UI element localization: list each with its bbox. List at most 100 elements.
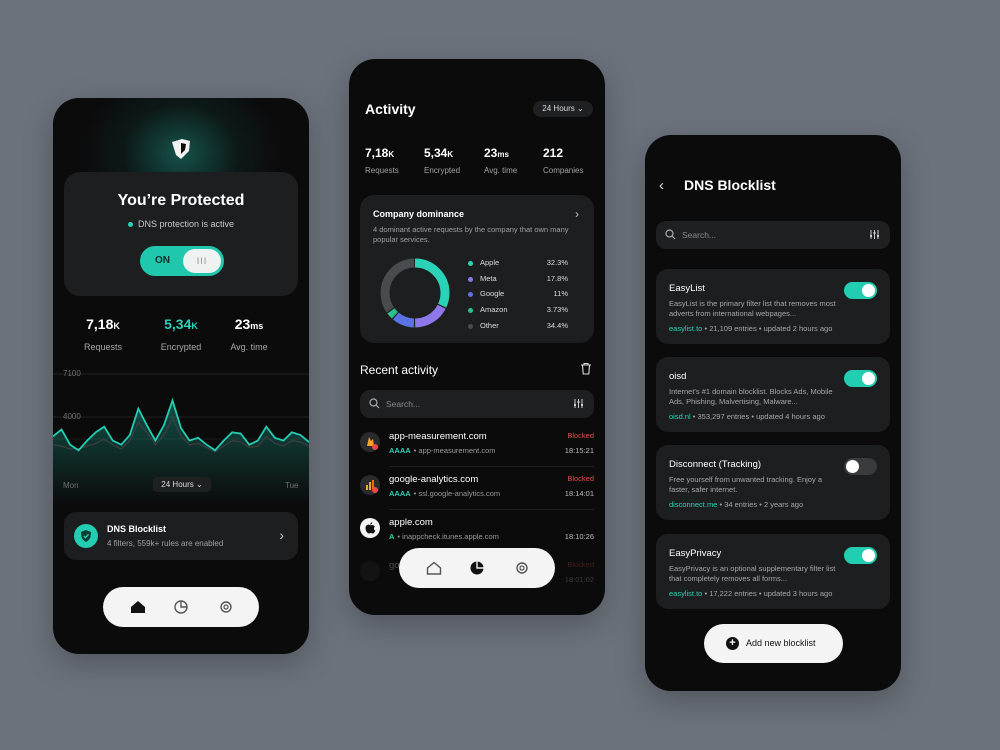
legend-name: Amazon [480, 305, 508, 315]
home-screen: You’re Protected DNS protection is activ… [53, 98, 309, 654]
legend-name: Apple [480, 258, 500, 267]
y-tick-label: 7100 [63, 369, 81, 378]
chevron-right-icon: › [575, 207, 579, 221]
blocklist-search[interactable]: Search... [656, 221, 890, 249]
legend-item: Amazon 3.73% [468, 304, 568, 320]
search-input[interactable]: Search... [682, 230, 716, 240]
range-select[interactable]: 24 Hours ⌄ [533, 101, 593, 117]
protection-status: DNS protection is active [64, 219, 298, 229]
blocklist-meta: easylist.to • 17,222 entries • updated 3… [669, 589, 833, 598]
blocklist-meta: easylist.to • 21,109 entries • updated 2… [669, 324, 833, 333]
stat-label: Encrypted [424, 166, 461, 175]
blocklist-item[interactable]: oisd Internet's #1 domain blocklist. Blo… [656, 357, 890, 432]
analytics-icon [360, 561, 380, 581]
app-logo-icon [172, 139, 190, 159]
home-icon[interactable] [128, 597, 148, 617]
blocklist-toggle[interactable] [844, 458, 877, 475]
legend-item: Google 11% [468, 288, 568, 304]
stat-value: 7,18K [86, 316, 120, 332]
chevron-right-icon: › [279, 527, 284, 543]
activity-screen: Activity 24 Hours ⌄ 7,18K Requests 5,34K… [349, 59, 605, 615]
blocklist-item[interactable]: Disconnect (Tracking) Free yourself from… [656, 445, 890, 520]
legend-dot [468, 276, 473, 282]
activity-search[interactable]: Search... [360, 390, 594, 418]
firebase-icon [360, 432, 380, 452]
blocklist-toggle[interactable] [844, 370, 877, 387]
dominance-title: Company dominance [373, 209, 465, 219]
activity-domain: apple.com [389, 517, 433, 528]
stat-avg-time: 23ms Avg. time [209, 316, 289, 352]
activity-row[interactable]: app-measurement.com AAAA • app-measuremen… [360, 430, 594, 466]
blocklist-description: Free yourself from unwanted tracking. En… [669, 475, 822, 494]
activity-subdomain: A • inappcheck.itunes.apple.com [389, 532, 499, 541]
protection-status-text: DNS protection is active [137, 219, 235, 229]
dominance-legend: Apple 32.3% Meta 17.8% Google 11% Amazon 3.73% O… [468, 257, 568, 335]
legend-dot [468, 308, 473, 314]
blocklist-toggle[interactable] [844, 282, 877, 299]
page-title: DNS Blocklist [684, 177, 776, 193]
stat-avg-time: 23ms Avg. time [484, 146, 517, 175]
stat-value: 23ms [234, 316, 264, 332]
blocklist-meta: disconnect.me • 34 entries • 2 years ago [669, 500, 804, 509]
trash-icon[interactable] [580, 362, 592, 375]
activity-time: 18:15:21 [564, 446, 594, 455]
blocklist-description: EasyList is the primary filter list that… [669, 299, 836, 318]
dns-blocklist-card[interactable]: DNS Blocklist 4 filters, 559k+ rules are… [64, 512, 298, 560]
blocklist-meta: oisd.nl • 353,297 entries • updated 4 ho… [669, 412, 825, 421]
bottom-nav [103, 587, 259, 627]
filter-icon[interactable] [573, 398, 584, 409]
blocklist-card-title: DNS Blocklist [107, 524, 167, 534]
company-dominance-card[interactable]: Company dominance › 4 dominant active re… [360, 195, 594, 343]
legend-percent: 3.73% [546, 305, 568, 315]
range-select[interactable]: 24 Hours ⌄ [153, 477, 211, 492]
row-divider [389, 466, 594, 467]
toggle-knob[interactable]: III [183, 249, 221, 273]
stat-value: 5,34K [424, 146, 454, 160]
gear-icon[interactable] [216, 597, 236, 617]
activity-time: 18:01:02 [564, 575, 594, 584]
chart-icon[interactable] [171, 597, 191, 617]
row-divider [389, 509, 594, 510]
dominance-description: 4 dominant active requests by the compan… [373, 225, 569, 244]
stat-value: 7,18K [365, 146, 395, 160]
home-icon[interactable] [424, 558, 444, 578]
x-axis-start: Mon [63, 481, 79, 490]
back-arrow-icon[interactable]: ‹ [659, 177, 664, 194]
legend-percent: 11% [553, 289, 568, 299]
blocklist-screen: ‹ DNS Blocklist Search... EasyList EasyL… [645, 135, 901, 691]
legend-name: Other [480, 320, 499, 330]
gear-icon[interactable] [512, 558, 532, 578]
legend-item: Apple 32.3% [468, 257, 568, 273]
legend-percent: 17.8% [546, 273, 568, 283]
search-icon [665, 229, 676, 240]
activity-row[interactable]: apple.com A • inappcheck.itunes.apple.com… [360, 516, 594, 552]
plus-icon: + [726, 637, 739, 650]
add-blocklist-button[interactable]: + Add new blocklist [704, 624, 843, 663]
stat-requests: 7,18K Requests [63, 316, 143, 352]
analytics-icon [360, 475, 380, 495]
activity-time: 18:10:26 [564, 532, 594, 541]
legend-dot [468, 261, 473, 266]
legend-percent: 32.3% [546, 258, 568, 267]
protection-toggle[interactable]: ON III [140, 246, 224, 276]
blocklist-description: EasyPrivacy is an optional supplementary… [669, 564, 836, 583]
blocklist-toggle[interactable] [844, 547, 877, 564]
protection-card: You’re Protected DNS protection is activ… [64, 172, 298, 296]
status-badge: Blocked [567, 474, 594, 483]
activity-domain: app-measurement.com [389, 431, 487, 442]
legend-name: Google [480, 289, 505, 299]
activity-domain: google-analytics.com [389, 474, 479, 485]
blocklist-item[interactable]: EasyList EasyList is the primary filter … [656, 269, 890, 344]
chart-icon[interactable] [467, 558, 487, 578]
activity-subdomain: AAAA • app-measurement.com [389, 446, 496, 455]
search-input[interactable]: Search... [386, 399, 420, 409]
filter-icon[interactable] [869, 229, 880, 240]
activity-subdomain: AAAA • ssl.google-analytics.com [389, 489, 501, 498]
legend-percent: 34.4% [546, 320, 568, 330]
shield-icon [74, 524, 98, 548]
activity-row[interactable]: google-analytics.com AAAA • ssl.google-an… [360, 473, 594, 509]
blocklist-item[interactable]: EasyPrivacy EasyPrivacy is an optional s… [656, 534, 890, 609]
status-badge: Blocked [567, 560, 594, 569]
blocklist-card-subtitle: 4 filters, 559k+ rules are enabled [107, 539, 224, 548]
y-tick-label: 4000 [63, 412, 81, 421]
